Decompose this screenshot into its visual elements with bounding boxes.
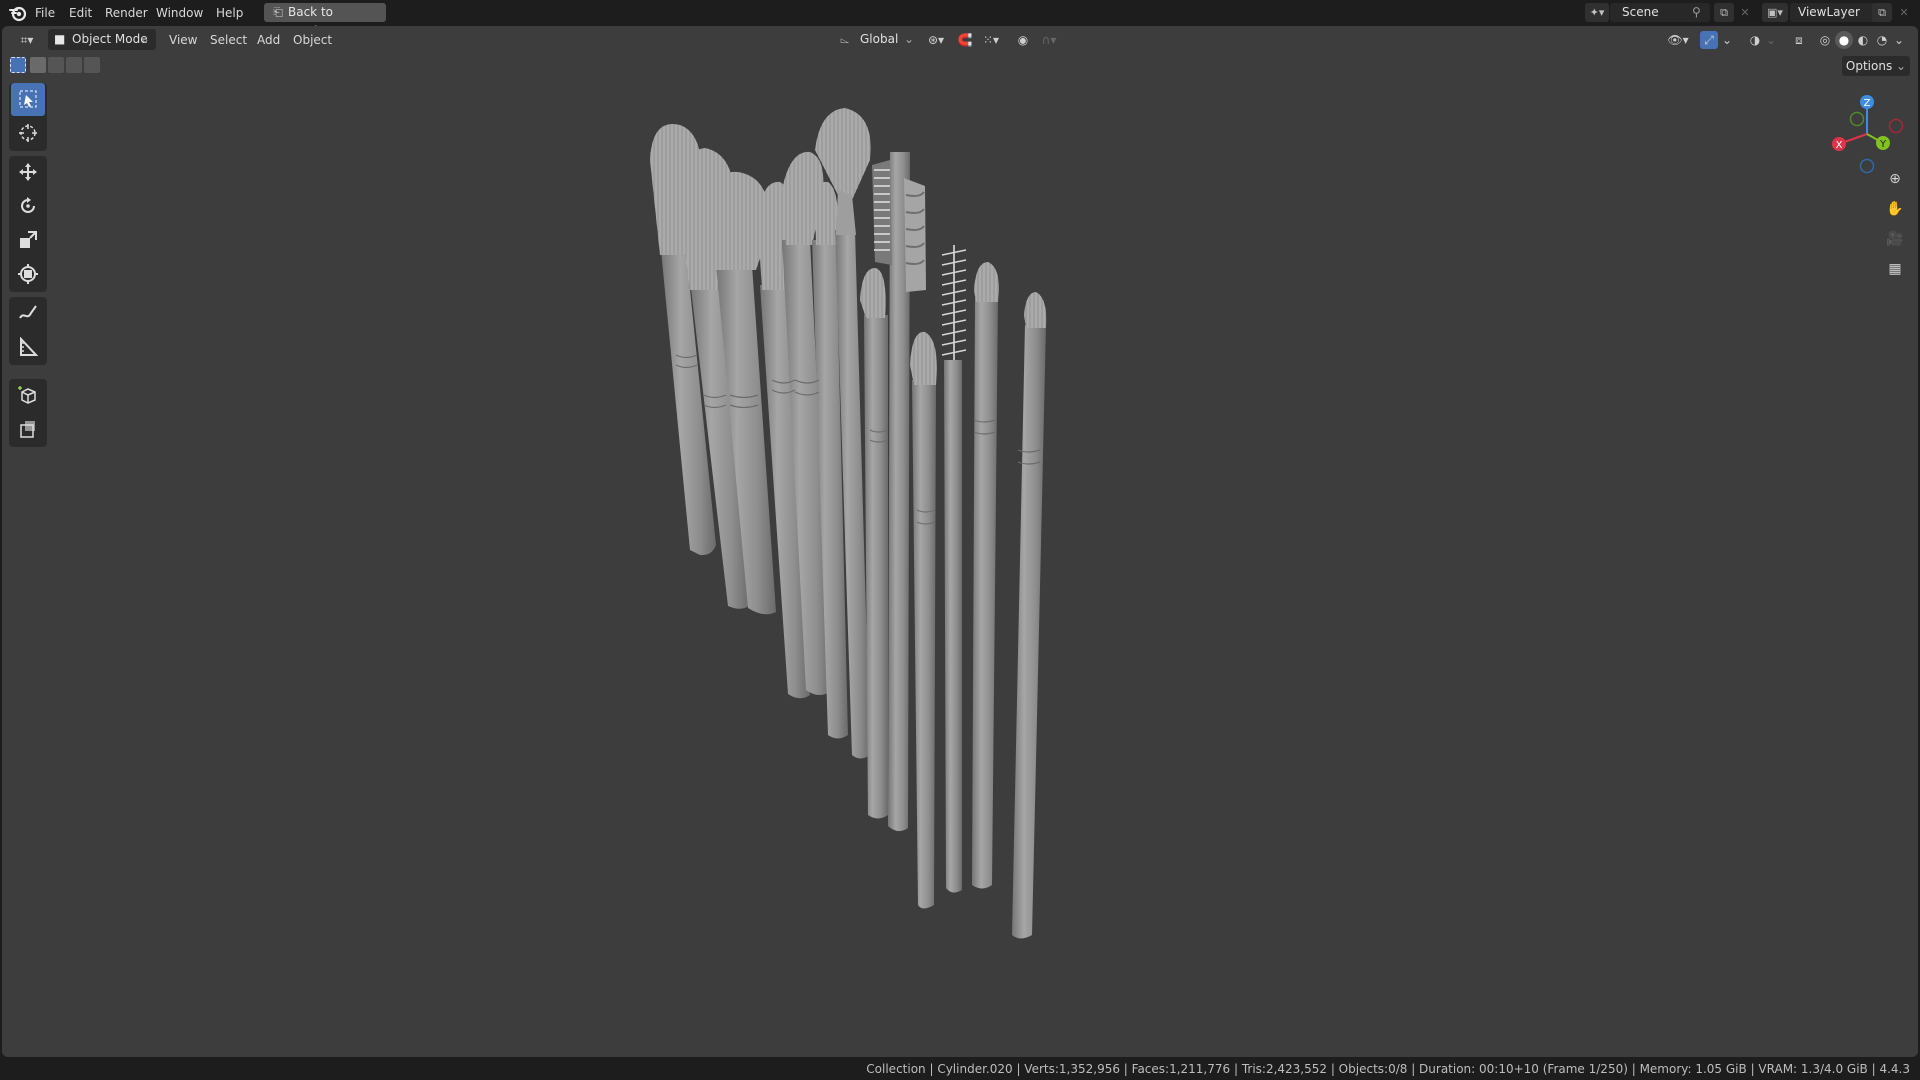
close-icon: ✕ <box>1899 6 1909 19</box>
brush-spoolie[interactable] <box>941 245 967 893</box>
status-bar: Collection | Cylinder.020 | Verts:1,352,… <box>0 1058 1920 1080</box>
delete-scene-button[interactable]: ✕ <box>1736 3 1754 22</box>
menu-help[interactable]: Help <box>216 4 243 22</box>
duplicate-icon: ⧉ <box>1878 6 1886 19</box>
viewlayer-name: ViewLayer <box>1798 5 1860 19</box>
menu-file[interactable]: File <box>35 4 55 22</box>
brush-small-2[interactable] <box>910 331 937 909</box>
viewlayer-browse-button[interactable]: ▣▾ <box>1762 3 1788 22</box>
menu-window[interactable]: Window <box>156 4 203 22</box>
status-text: Collection | Cylinder.020 | Verts:1,352,… <box>866 1062 1910 1076</box>
brush-set-model[interactable] <box>2 26 1918 1057</box>
brush-small-3[interactable] <box>972 262 999 889</box>
viewlayer-icon: ▣▾ <box>1767 6 1783 19</box>
top-menu-bar: File Edit Render Window Help ⎗ Back to P… <box>0 0 1920 38</box>
brush-small-4[interactable] <box>1012 292 1047 939</box>
scene-icon: ✦▾ <box>1589 6 1605 19</box>
3d-viewport[interactable]: ⌗▾ ■ Object Mode ⌄ View Select Add Objec… <box>2 26 1918 1057</box>
blender-logo-icon[interactable] <box>8 4 28 22</box>
pin-icon[interactable]: ⚲ <box>1692 3 1701 22</box>
scene-name: Scene <box>1622 5 1659 19</box>
scene-browse-button[interactable]: ✦▾ <box>1585 3 1609 22</box>
new-viewlayer-button[interactable]: ⧉ <box>1872 3 1892 22</box>
menu-render[interactable]: Render <box>105 4 148 22</box>
new-scene-button[interactable]: ⧉ <box>1714 3 1734 22</box>
back-icon: ⎗ <box>273 5 283 19</box>
close-icon: ✕ <box>1740 6 1750 19</box>
scene-name-field[interactable]: Scene ⚲ <box>1610 3 1710 22</box>
back-to-previous-button[interactable]: ⎗ Back to Previous <box>264 3 386 38</box>
viewlayer-name-field[interactable]: ViewLayer <box>1790 3 1880 22</box>
duplicate-icon: ⧉ <box>1720 6 1728 19</box>
delete-viewlayer-button[interactable]: ✕ <box>1895 3 1913 22</box>
menu-edit[interactable]: Edit <box>69 4 92 22</box>
